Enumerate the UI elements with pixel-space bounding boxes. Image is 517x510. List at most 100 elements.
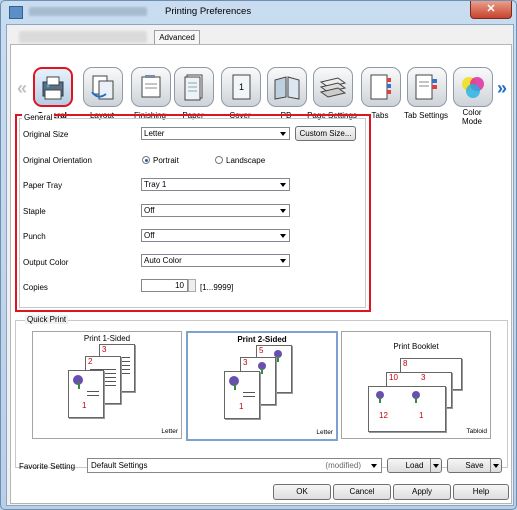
toolbar-pb-button[interactable] bbox=[267, 67, 307, 107]
print-booklet-title: Print Booklet bbox=[393, 342, 439, 351]
window-title: Printing Preferences bbox=[165, 6, 252, 17]
print-2-sided-size: Letter bbox=[316, 429, 333, 436]
original-size-value: Letter bbox=[144, 129, 165, 138]
load-button[interactable]: Load bbox=[387, 458, 442, 473]
copies-input[interactable]: 10 bbox=[141, 279, 188, 292]
chevron-down-icon bbox=[280, 132, 286, 136]
toolbar-finishing-button[interactable] bbox=[131, 67, 171, 107]
page-number: 8 bbox=[403, 359, 408, 368]
toolbar-page-settings-button[interactable] bbox=[313, 67, 353, 107]
favorite-setting-value: Default Settings bbox=[91, 461, 148, 470]
modified-indicator: (modified) bbox=[325, 461, 361, 470]
portrait-radio[interactable] bbox=[142, 156, 150, 164]
page-number: 10 bbox=[389, 373, 398, 382]
print-booklet-card[interactable]: Print Booklet 8 10 3 12 1 Tabloid bbox=[341, 331, 491, 439]
chevron-down-icon bbox=[433, 464, 439, 468]
staple-label: Staple bbox=[23, 207, 46, 216]
apply-button[interactable]: Apply bbox=[393, 484, 451, 500]
flower-image-icon bbox=[73, 375, 83, 389]
chevron-down-icon bbox=[371, 464, 377, 468]
original-size-label: Original Size bbox=[23, 130, 69, 139]
page-number: 1 bbox=[82, 401, 87, 410]
chevron-down-icon bbox=[280, 183, 286, 187]
save-dropdown[interactable] bbox=[490, 459, 501, 472]
chevron-down-icon bbox=[280, 234, 286, 238]
pb-icon bbox=[274, 76, 300, 100]
print-2-sided-title: Print 2-Sided bbox=[237, 335, 287, 344]
tab-advanced[interactable]: Advanced bbox=[154, 30, 200, 45]
finishing-icon bbox=[141, 75, 161, 98]
save-label: Save bbox=[465, 461, 484, 470]
output-color-label: Output Color bbox=[23, 258, 69, 267]
favorite-setting-select[interactable]: Default Settings (modified) bbox=[87, 458, 382, 473]
favorite-setting-label: Favorite Setting bbox=[19, 462, 76, 471]
page-number: 1 bbox=[239, 402, 244, 411]
staple-value: Off bbox=[144, 206, 155, 215]
punch-value: Off bbox=[144, 231, 155, 240]
toolbar-paper-button[interactable] bbox=[174, 67, 214, 107]
ok-button[interactable]: OK bbox=[273, 484, 331, 500]
scroll-right-icon[interactable]: » bbox=[497, 78, 507, 99]
page-number: 5 bbox=[259, 346, 264, 355]
punch-select[interactable]: Off bbox=[141, 229, 290, 242]
close-button[interactable]: ✕ bbox=[470, 1, 512, 19]
toolbar-cover-button[interactable]: 1 bbox=[221, 67, 261, 107]
toolbar-tabs-button[interactable] bbox=[361, 67, 401, 107]
help-button[interactable]: Help bbox=[453, 484, 509, 500]
general-icon bbox=[42, 76, 64, 100]
page-sheet: 1 bbox=[68, 370, 104, 418]
cancel-button[interactable]: Cancel bbox=[333, 484, 391, 500]
label-color-mode: Color Mode bbox=[461, 108, 482, 126]
orientation-label: Original Orientation bbox=[23, 156, 92, 165]
copies-spinner[interactable] bbox=[188, 279, 196, 292]
title-bar[interactable]: Printing Preferences ✕ bbox=[1, 1, 516, 23]
portrait-label: Portrait bbox=[153, 156, 179, 165]
dialog-client: Advanced « » 1 Layout Finishing Paper Co… bbox=[6, 24, 514, 506]
svg-text:1: 1 bbox=[239, 82, 244, 92]
load-dropdown[interactable] bbox=[430, 459, 441, 472]
general-group-title: General bbox=[22, 113, 55, 122]
landscape-radio[interactable] bbox=[215, 156, 223, 164]
custom-size-button[interactable]: Custom Size... bbox=[295, 126, 356, 141]
staple-select[interactable]: Off bbox=[141, 204, 290, 217]
output-color-select[interactable]: Auto Color bbox=[141, 254, 290, 267]
printer-name-blurred bbox=[29, 7, 147, 16]
toolbar-general-button[interactable] bbox=[33, 67, 73, 107]
paper-tray-select[interactable]: Tray 1 bbox=[141, 178, 290, 191]
page-sheet: 12 1 bbox=[368, 386, 446, 432]
toolbar-tab-settings-button[interactable] bbox=[407, 67, 447, 107]
page-number: 1 bbox=[419, 411, 424, 420]
scroll-left-icon[interactable]: « bbox=[17, 78, 27, 99]
print-2-sided-card[interactable]: Print 2-Sided 5 3 1 Letter bbox=[186, 331, 338, 441]
punch-label: Punch bbox=[23, 232, 46, 241]
print-1-sided-card[interactable]: Print 1-Sided 3 2 1 Letter bbox=[32, 331, 182, 439]
tab-settings-icon bbox=[415, 74, 437, 100]
print-1-sided-size: Letter bbox=[161, 428, 178, 435]
app-icon bbox=[9, 6, 23, 19]
layout-icon bbox=[91, 75, 114, 100]
quick-print-title: Quick Print bbox=[25, 315, 69, 324]
print-1-sided-title: Print 1-Sided bbox=[83, 334, 131, 343]
printing-preferences-window: Printing Preferences ✕ Advanced « » 1 La… bbox=[0, 0, 517, 510]
print-booklet-size: Tabloid bbox=[466, 428, 487, 435]
page-number: 12 bbox=[379, 411, 388, 420]
copies-range: [1...9999] bbox=[200, 283, 234, 292]
chevron-down-icon bbox=[280, 259, 286, 263]
save-button[interactable]: Save bbox=[447, 458, 502, 473]
page-sheet: 1 bbox=[224, 371, 260, 419]
flower-image-icon bbox=[412, 391, 420, 403]
toolbar-color-mode-button[interactable] bbox=[453, 67, 493, 107]
page-settings-icon bbox=[319, 77, 347, 98]
output-color-value: Auto Color bbox=[144, 256, 182, 265]
copies-label: Copies bbox=[23, 283, 48, 292]
cover-icon: 1 bbox=[232, 74, 251, 100]
page-number: 3 bbox=[102, 345, 107, 354]
paper-tray-value: Tray 1 bbox=[144, 180, 167, 189]
color-mode-icon bbox=[462, 77, 484, 98]
original-size-select[interactable]: Letter bbox=[141, 127, 290, 140]
landscape-label: Landscape bbox=[226, 156, 266, 165]
paper-icon bbox=[184, 74, 203, 101]
tab-blurred[interactable] bbox=[19, 31, 147, 43]
toolbar-layout-button[interactable] bbox=[83, 67, 123, 107]
chevron-down-icon bbox=[493, 464, 499, 468]
